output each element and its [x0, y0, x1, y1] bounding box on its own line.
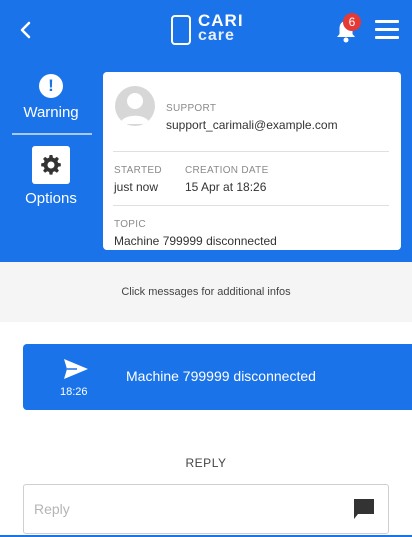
notification-badge: 6 [343, 13, 361, 31]
hint-text: Click messages for additional infos [0, 262, 412, 322]
send-icon [64, 359, 88, 379]
sidebar-item-options[interactable]: Options [0, 146, 102, 216]
topic-value: Machine 799999 disconnected [114, 234, 277, 248]
sidebar-item-warning[interactable]: ! Warning [0, 74, 102, 134]
started-value: just now [114, 180, 159, 194]
chat-bubble-icon[interactable] [352, 497, 376, 521]
warning-icon: ! [39, 74, 63, 98]
ticket-panel: ! Warning Options SUPPORT support_carima… [0, 62, 412, 262]
sidebar-divider [12, 133, 92, 135]
topic-label: TOPIC [114, 219, 146, 230]
support-email: support_carimali@example.com [166, 118, 338, 132]
hamburger-menu-icon[interactable] [375, 20, 399, 40]
cari-care-logo: CARI care [171, 11, 244, 47]
back-arrow-icon[interactable] [14, 18, 38, 42]
logo-text: CARI care [198, 11, 244, 44]
reply-heading: REPLY [185, 456, 227, 470]
message-item[interactable]: 18:26 Machine 799999 disconnected [23, 344, 412, 410]
support-label: SUPPORT [166, 103, 217, 114]
gear-icon [32, 146, 70, 184]
logo-line-1: CARI [198, 11, 244, 30]
divider [113, 151, 389, 152]
top-app-bar: CARI care 6 [0, 0, 412, 62]
ticket-info-card: SUPPORT support_carimali@example.com STA… [103, 72, 401, 250]
phone-logo-icon [171, 15, 191, 45]
creation-date-label: CREATION DATE [185, 165, 269, 176]
message-text: Machine 799999 disconnected [126, 368, 316, 384]
reply-composer [23, 484, 389, 534]
sidebar-item-label: Options [25, 190, 77, 207]
reply-input[interactable] [34, 494, 334, 524]
creation-date-value: 15 Apr at 18:26 [185, 180, 267, 194]
started-label: STARTED [114, 165, 162, 176]
divider [113, 205, 389, 206]
message-time: 18:26 [60, 386, 88, 398]
sidebar-item-label: Warning [23, 104, 79, 121]
logo-line-2: care [198, 27, 235, 44]
avatar [115, 86, 155, 126]
